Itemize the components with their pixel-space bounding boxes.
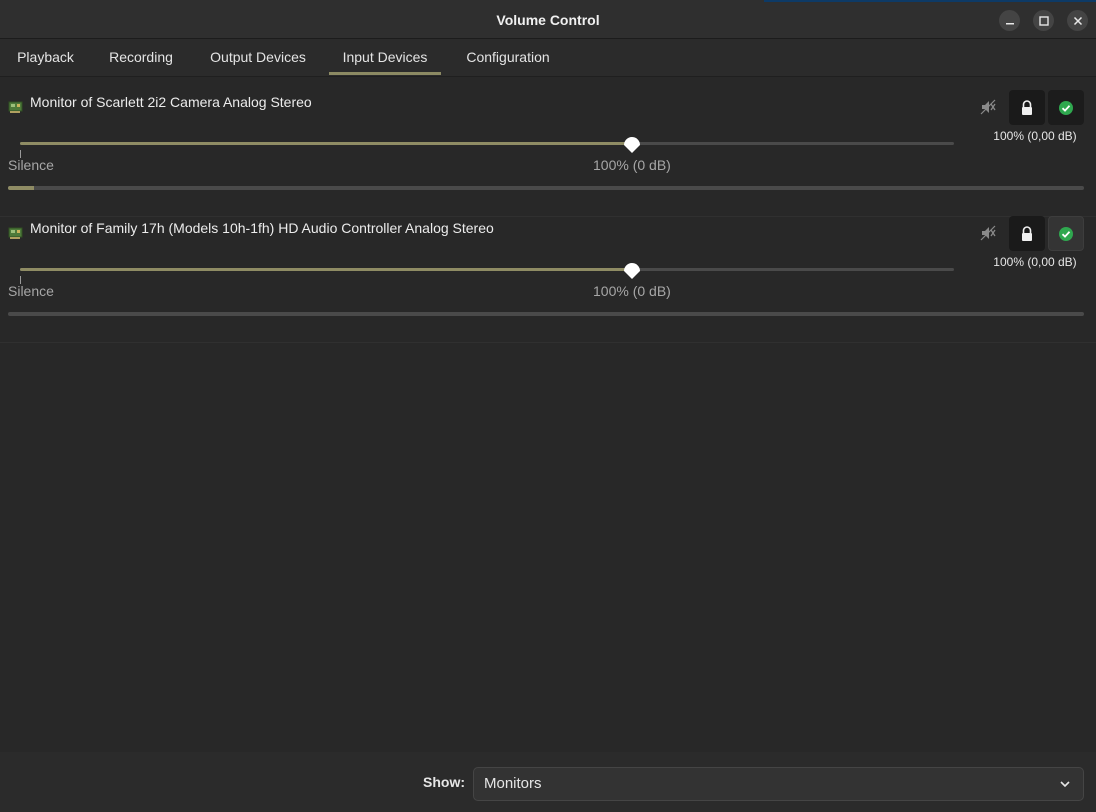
volume-slider[interactable] xyxy=(20,268,954,271)
minimize-button[interactable] xyxy=(999,10,1020,31)
peak-level-fill xyxy=(8,186,34,190)
mute-button[interactable] xyxy=(976,95,1000,119)
volume-slider[interactable] xyxy=(20,142,954,145)
tab-bar: Playback Recording Output Devices Input … xyxy=(0,39,1096,77)
volume-slider-fill xyxy=(20,142,632,145)
device-row: Monitor of Family 17h (Models 10h-1fh) H… xyxy=(0,216,1096,343)
speaker-muted-icon xyxy=(980,225,996,241)
close-button[interactable] xyxy=(1067,10,1088,31)
sound-card-icon xyxy=(8,101,23,113)
show-filter-value: Monitors xyxy=(484,775,542,792)
lock-icon xyxy=(1022,99,1032,115)
tab-input-devices[interactable]: Input Devices xyxy=(329,39,441,75)
volume-slider-handle[interactable] xyxy=(621,258,643,280)
silence-label: Silence xyxy=(8,283,54,299)
volume-slider-handle[interactable] xyxy=(621,132,643,154)
tab-output-devices[interactable]: Output Devices xyxy=(195,39,321,75)
title-bar: Volume Control xyxy=(0,0,1096,39)
speaker-muted-icon xyxy=(980,99,996,115)
close-icon xyxy=(1073,16,1082,25)
volume-readout: 100% (0,00 dB) xyxy=(993,129,1077,143)
tab-configuration[interactable]: Configuration xyxy=(450,39,566,75)
tab-playback[interactable]: Playback xyxy=(4,39,87,75)
silence-label: Silence xyxy=(8,157,54,173)
check-circle-icon xyxy=(1059,226,1073,241)
lock-channels-button[interactable] xyxy=(1009,216,1045,251)
device-name: Monitor of Family 17h (Models 10h-1fh) H… xyxy=(30,220,494,236)
volume-control-window: Volume Control Playback Recording Output… xyxy=(0,0,1096,812)
volume-readout: 100% (0,00 dB) xyxy=(993,255,1077,269)
maximize-button[interactable] xyxy=(1033,10,1054,31)
minimize-icon xyxy=(1005,22,1014,24)
show-label: Show: xyxy=(423,774,465,790)
maximize-icon xyxy=(1038,15,1049,26)
set-default-button[interactable] xyxy=(1048,216,1084,251)
sound-card-icon xyxy=(8,227,23,239)
set-default-button[interactable] xyxy=(1048,90,1084,125)
footer-bar: Show: Monitors xyxy=(0,752,1096,812)
peak-level-meter xyxy=(8,312,1084,316)
hundred-percent-label: 100% (0 dB) xyxy=(593,157,671,173)
peak-level-meter xyxy=(8,186,1084,190)
lock-channels-button[interactable] xyxy=(1009,90,1045,125)
device-name: Monitor of Scarlett 2i2 Camera Analog St… xyxy=(30,94,312,110)
chevron-down-icon xyxy=(1060,781,1070,788)
window-title: Volume Control xyxy=(496,12,600,28)
lock-icon xyxy=(1022,225,1032,241)
mute-button[interactable] xyxy=(976,221,1000,245)
hundred-percent-label: 100% (0 dB) xyxy=(593,283,671,299)
volume-slider-fill xyxy=(20,268,632,271)
show-filter-dropdown[interactable]: Monitors xyxy=(473,767,1084,801)
tab-recording[interactable]: Recording xyxy=(95,39,187,75)
device-row: Monitor of Scarlett 2i2 Camera Analog St… xyxy=(0,90,1096,217)
check-circle-icon xyxy=(1059,100,1073,115)
